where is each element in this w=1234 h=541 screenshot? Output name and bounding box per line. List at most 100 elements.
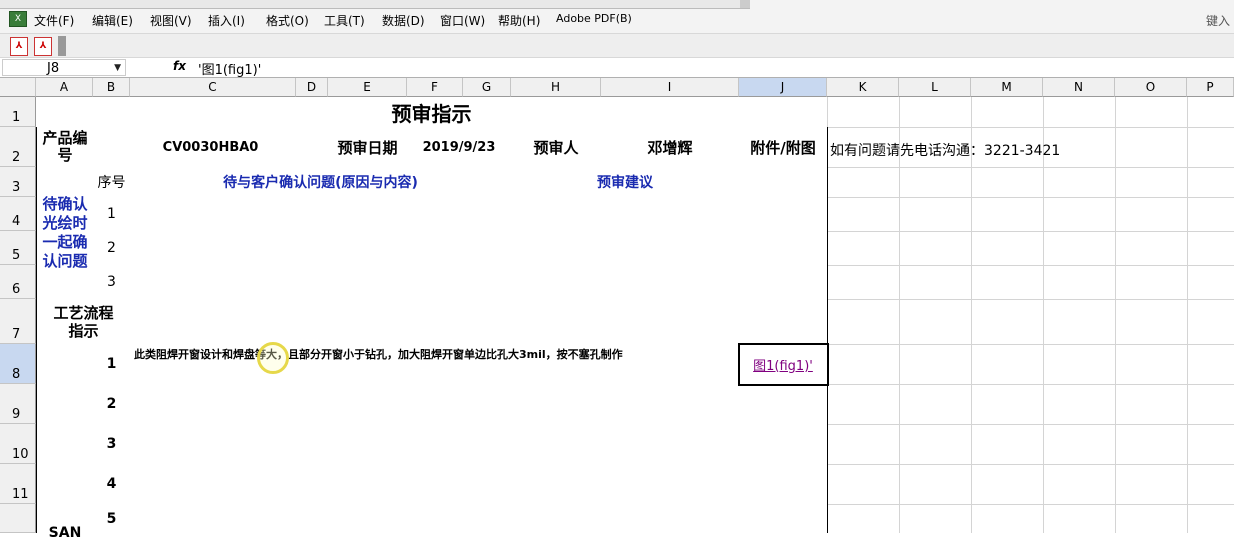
name-box[interactable]: J8 ▼ [2,59,126,76]
row-header-8[interactable]: 8 [0,344,36,384]
column-header-c[interactable]: C [130,78,296,97]
sheet-title[interactable]: 预审指示 [36,97,827,128]
ask-question-box[interactable]: 键入 [1206,12,1230,29]
menu-view[interactable]: 视图(V) [150,12,192,29]
menu-help[interactable]: 帮助(H) [498,12,540,29]
row-header-6[interactable]: 6 [0,265,36,299]
row-header-9[interactable]: 9 [0,384,36,424]
column-header-o[interactable]: O [1115,78,1187,97]
attachment-cell[interactable] [739,299,828,345]
menu-window[interactable]: 窗口(W) [440,12,485,29]
toolbar-grip-handle[interactable] [58,36,66,56]
chevron-down-icon[interactable]: ▼ [114,60,121,77]
select-all-corner[interactable] [0,78,36,97]
attachment-cell[interactable] [739,265,828,300]
name-box-value: J8 [47,61,60,76]
attachment-cell[interactable] [739,197,828,232]
row-number: 6 [12,282,21,297]
column-header-k[interactable]: K [827,78,899,97]
product-no-label[interactable]: 产品编号 [36,127,94,168]
row-header-1[interactable]: 1 [0,97,36,127]
column-header-b[interactable]: B [93,78,130,97]
column-header-n[interactable]: N [1043,78,1115,97]
convert-to-pdf-icon[interactable]: ⅄ [10,37,28,56]
menu-edit[interactable]: 编辑(E) [92,12,133,29]
menu-tools[interactable]: 工具(T) [324,12,365,29]
process-item-cell[interactable] [130,504,740,533]
attachment-cell[interactable] [739,464,828,505]
column-header-l[interactable]: L [899,78,971,97]
process-item-cell[interactable] [130,424,740,465]
process-item-1[interactable]: 此类阻焊开窗设计和焊盘等大，且部分开窗小于钻孔，加大阻焊开窗单边比孔大3mil，… [130,344,740,385]
row-header-12[interactable] [0,504,36,533]
column-header-g[interactable]: G [463,78,511,97]
suggestion-header[interactable]: 预审建议 [511,167,740,198]
process-item-cell[interactable] [130,464,740,505]
column-header-m[interactable]: M [971,78,1043,97]
reviewer-value[interactable]: 邓增辉 [601,127,740,168]
column-header-h[interactable]: H [511,78,601,97]
menu-data[interactable]: 数据(D) [382,12,425,29]
attachment-link-fig1[interactable]: 图1(fig1)' [739,344,828,385]
row-number: 7 [12,327,21,342]
attachment-label[interactable]: 附件/附图 [739,127,828,168]
pending-issue-cell[interactable] [130,197,512,232]
row-header-10[interactable]: 10 [0,424,36,464]
excel-app-icon[interactable]: X [9,11,27,27]
row-number: 4 [12,214,21,229]
product-no-value[interactable]: CV0030HBA0 [93,127,329,168]
column-header-a[interactable]: A [36,78,93,97]
contact-note[interactable]: 如有问题请先电话沟通：3221-3421 [830,140,1060,160]
process-seq[interactable]: 1 [93,344,131,385]
process-seq[interactable]: 5 [93,504,131,533]
pending-seq[interactable]: 1 [93,197,131,232]
column-header-f[interactable]: F [407,78,463,97]
process-flow-label[interactable]: 工艺流程指示 [36,299,131,345]
attachment-cell[interactable] [739,504,828,533]
pending-seq[interactable]: 2 [93,231,131,266]
row-header-3[interactable]: 3 [0,167,36,197]
process-seq[interactable]: 2 [93,384,131,425]
reviewer-label[interactable]: 预审人 [511,127,602,168]
attachment-cell[interactable] [739,384,828,425]
attachment-cell[interactable] [739,231,828,266]
pending-suggestion-cell[interactable] [511,197,740,232]
pending-suggestion-cell[interactable] [511,231,740,266]
process-seq[interactable]: 4 [93,464,131,505]
gridline [1115,97,1116,533]
pending-issue-cell[interactable] [130,231,512,266]
pending-issue-cell[interactable] [130,265,512,300]
row-header-5[interactable]: 5 [0,231,36,265]
process-group-cell[interactable]: SAN [36,344,94,541]
column-header-j[interactable]: J [739,78,827,97]
attachment-cell[interactable] [739,424,828,465]
review-date-value[interactable]: 2019/9/23 [407,127,512,168]
pending-seq[interactable]: 3 [93,265,131,300]
row-number: 3 [12,180,21,195]
menu-insert[interactable]: 插入(I) [208,12,245,29]
process-flow-cell[interactable] [130,299,740,345]
process-seq[interactable]: 3 [93,424,131,465]
attachment-cell[interactable] [739,167,828,198]
menu-adobe-pdf[interactable]: Adobe PDF(B) [556,12,632,25]
toolbar-dropdown-arrow[interactable] [740,0,750,8]
column-header-d[interactable]: D [296,78,328,97]
menu-file[interactable]: 文件(F) [34,12,74,29]
menu-format[interactable]: 格式(O) [266,12,309,29]
customer-issue-header[interactable]: 待与客户确认问题(原因与内容) [130,167,512,198]
row-header-7[interactable]: 7 [0,299,36,344]
review-date-label[interactable]: 预审日期 [328,127,408,168]
convert-and-email-pdf-icon[interactable]: ⅄ [34,37,52,56]
formula-input[interactable]: '图1(fig1)' [198,59,261,78]
column-header-e[interactable]: E [328,78,407,97]
row-header-2[interactable]: 2 [0,127,36,167]
function-icon[interactable]: fx [173,59,186,73]
row-header-4[interactable]: 4 [0,197,36,231]
pending-suggestion-cell[interactable] [511,265,740,300]
seq-header[interactable]: 序号 [93,167,131,198]
process-item-cell[interactable] [130,384,740,425]
row-header-11[interactable]: 11 [0,464,36,504]
pending-issues-label[interactable]: 待确认光绘时一起确认问题 [36,167,94,300]
column-header-p[interactable]: P [1187,78,1234,97]
column-header-i[interactable]: I [601,78,739,97]
